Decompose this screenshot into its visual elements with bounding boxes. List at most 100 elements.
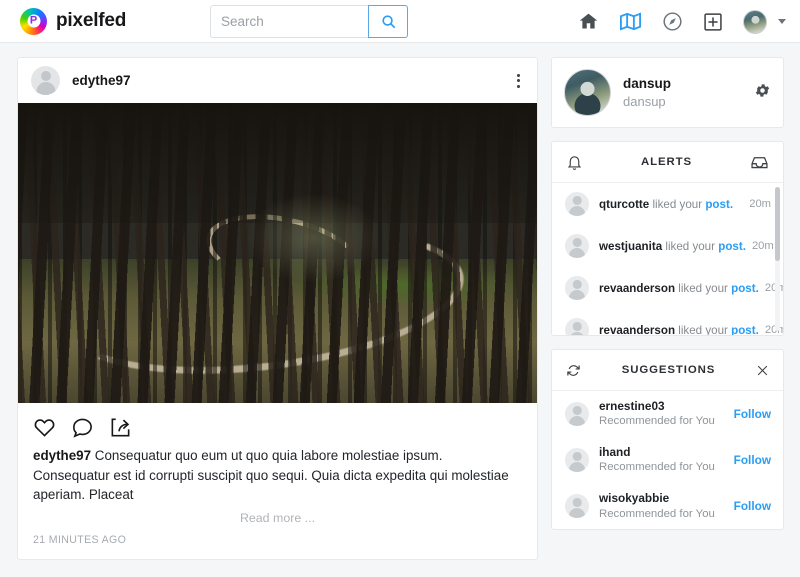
- suggestion-username[interactable]: wisokyabbie: [599, 491, 734, 506]
- alert-target-link[interactable]: post.: [731, 282, 759, 295]
- search-group: [210, 5, 408, 38]
- sidebar-column: dansup dansup ALERTS qturcotte liked you…: [551, 57, 784, 560]
- bell-icon[interactable]: [566, 154, 583, 171]
- avatar: [565, 234, 589, 258]
- pixelfed-logo-icon: [20, 7, 47, 35]
- alert-time: 20m: [751, 240, 774, 252]
- caption-author[interactable]: edythe97: [33, 448, 91, 463]
- plus-square-icon[interactable]: [703, 12, 723, 32]
- close-icon[interactable]: [756, 364, 769, 377]
- avatar: [565, 402, 589, 427]
- follow-button[interactable]: Follow: [734, 453, 771, 467]
- avatar: [565, 494, 589, 519]
- avatar: [565, 276, 589, 300]
- alert-time: 20m: [749, 198, 771, 210]
- alert-username[interactable]: westjuanita: [599, 240, 662, 253]
- chevron-down-icon[interactable]: [778, 19, 786, 24]
- alert-action: liked your: [665, 239, 715, 253]
- avatar: [565, 448, 589, 473]
- profile-names: dansup dansup: [623, 75, 671, 111]
- alert-target-link[interactable]: post.: [705, 198, 733, 211]
- refresh-icon[interactable]: [566, 363, 581, 378]
- search-button[interactable]: [368, 5, 408, 38]
- alert-username[interactable]: revaanderson: [599, 324, 675, 336]
- feed-column: edythe97 edythe97 Consequatur quo eum ut…: [17, 57, 538, 560]
- photo-light: [246, 193, 382, 283]
- avatar: [565, 192, 589, 216]
- alerts-title: ALERTS: [641, 156, 692, 168]
- list-item[interactable]: wisokyabbie Recommended for You Follow: [552, 483, 783, 529]
- inbox-icon[interactable]: [750, 153, 769, 172]
- post-card: edythe97 edythe97 Consequatur quo eum ut…: [17, 57, 538, 560]
- heart-icon: [34, 419, 55, 437]
- alert-username[interactable]: qturcotte: [599, 198, 649, 211]
- compass-icon[interactable]: [662, 11, 683, 32]
- alert-action: liked your: [652, 197, 703, 211]
- suggestion-username[interactable]: ernestine03: [599, 399, 734, 414]
- comment-button[interactable]: [71, 416, 94, 439]
- list-item[interactable]: revaanderson liked your post. 20m: [552, 309, 783, 335]
- alert-action: liked your: [678, 281, 728, 295]
- top-navbar: pixelfed: [0, 0, 800, 43]
- suggestion-names: ernestine03 Recommended for You: [599, 399, 734, 429]
- profile-username[interactable]: dansup: [623, 93, 671, 111]
- follow-button[interactable]: Follow: [734, 499, 771, 513]
- alert-text: revaanderson liked your post.: [599, 324, 759, 336]
- alerts-list[interactable]: qturcotte liked your post. 20m westjuani…: [552, 183, 783, 335]
- alerts-panel: ALERTS qturcotte liked your post. 20m we…: [551, 141, 784, 336]
- post-timestamp: 21 MINUTES AGO: [33, 533, 127, 546]
- alert-action: liked your: [678, 323, 728, 336]
- suggestion-subtitle: Recommended for You: [599, 507, 715, 520]
- post-header: edythe97: [18, 58, 537, 103]
- list-item[interactable]: westjuanita liked your post. 20m: [552, 225, 783, 267]
- brand-logo[interactable]: pixelfed: [20, 7, 127, 35]
- share-icon: [111, 418, 130, 437]
- list-item[interactable]: ihand Recommended for You Follow: [552, 437, 783, 483]
- alert-text: qturcotte liked your post.: [599, 198, 743, 211]
- more-vertical-icon[interactable]: [513, 70, 524, 92]
- profile-avatar[interactable]: [564, 69, 611, 116]
- suggestion-subtitle: Recommended for You: [599, 415, 715, 428]
- suggestions-title: SUGGESTIONS: [621, 364, 716, 376]
- scrollbar-thumb[interactable]: [775, 187, 780, 261]
- suggestion-names: ihand Recommended for You: [599, 445, 734, 475]
- gear-icon[interactable]: [754, 82, 771, 104]
- avatar: [565, 318, 589, 335]
- follow-button[interactable]: Follow: [734, 407, 771, 421]
- suggestions-header: SUGGESTIONS: [552, 350, 783, 391]
- brand-name: pixelfed: [56, 10, 127, 31]
- suggestion-subtitle: Recommended for You: [599, 461, 715, 474]
- profile-display-name[interactable]: dansup: [623, 75, 671, 93]
- alert-time: 20m: [764, 324, 783, 335]
- navbar-avatar[interactable]: [743, 9, 767, 34]
- list-item[interactable]: revaanderson liked your post. 20m: [552, 267, 783, 309]
- post-author-avatar[interactable]: [31, 66, 60, 95]
- post-photo[interactable]: [18, 103, 537, 403]
- post-author-username[interactable]: edythe97: [72, 73, 131, 88]
- suggestions-list: ernestine03 Recommended for You Follow i…: [552, 391, 783, 529]
- profile-card: dansup dansup: [551, 57, 784, 128]
- alert-text: revaanderson liked your post.: [599, 282, 759, 295]
- alert-text: westjuanita liked your post.: [599, 240, 746, 253]
- alert-target-link[interactable]: post.: [731, 324, 759, 336]
- list-item[interactable]: ernestine03 Recommended for You Follow: [552, 391, 783, 437]
- read-more-link[interactable]: Read more ...: [18, 505, 537, 527]
- search-icon: [381, 15, 395, 29]
- search-input[interactable]: [210, 5, 368, 38]
- home-icon[interactable]: [578, 11, 599, 32]
- alert-target-link[interactable]: post.: [718, 240, 746, 253]
- suggestion-username[interactable]: ihand: [599, 445, 734, 460]
- suggestions-panel: SUGGESTIONS ernestine03 Recommended for …: [551, 349, 784, 531]
- comment-icon: [73, 418, 92, 438]
- map-icon[interactable]: [619, 10, 642, 33]
- page-body: edythe97 edythe97 Consequatur quo eum ut…: [0, 43, 800, 560]
- like-button[interactable]: [33, 416, 56, 439]
- share-button[interactable]: [109, 416, 132, 439]
- caption-text: Consequatur quo eum ut quo quia labore m…: [33, 448, 509, 502]
- navbar-icons: [578, 0, 786, 43]
- list-item[interactable]: qturcotte liked your post. 20m: [552, 183, 783, 225]
- alert-username[interactable]: revaanderson: [599, 282, 675, 295]
- alerts-header: ALERTS: [552, 142, 783, 183]
- alerts-scrollbar[interactable]: [775, 187, 780, 331]
- post-caption: edythe97 Consequatur quo eum ut quo quia…: [18, 443, 537, 505]
